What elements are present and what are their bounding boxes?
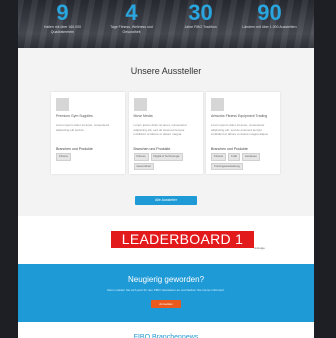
exhibitor-logo	[56, 98, 69, 111]
exhibitor-card[interactable]: Artworks Fitness Equipment Trading Lorem…	[206, 92, 280, 174]
cta-subtitle: Dann melden Sie sich jetzt für den FIBO …	[107, 288, 225, 292]
stat-label: Jahre FIBO Tradition	[184, 25, 217, 29]
exhibitor-card[interactable]: Move Media Lorem ipsum dolor sit amet, c…	[128, 92, 203, 174]
exhibitor-logo	[211, 98, 224, 111]
category-tag[interactable]: Trainingsausstattung	[211, 162, 243, 170]
all-exhibitors-button[interactable]: Alle Aussteller	[135, 196, 197, 205]
category-tag[interactable]: Fitness	[56, 153, 72, 161]
exhibitor-card[interactable]: Premium Gym Supplies Lorem ipsum dolor s…	[51, 92, 125, 174]
category-tag[interactable]: Kraft	[228, 153, 240, 161]
exhibitor-description: Lorem ipsum dolor sit amet, consectetur …	[211, 123, 269, 136]
categories-label: Branchen und Produkte	[56, 147, 93, 151]
newsletter-signup-button[interactable]: Anmelden	[151, 300, 181, 308]
news-heading: FIBO Branchennews	[133, 334, 199, 338]
categories-label: Branchen und Produkte	[133, 147, 171, 151]
categories-label: Branchen und Produkte	[211, 147, 248, 151]
page: 9 Hallen mit über 160.000 Quadratmetern …	[18, 0, 314, 338]
category-tag[interactable]: Fitness	[211, 153, 227, 161]
exhibitor-logo	[133, 98, 147, 111]
cta-title: Neugierig geworden?	[127, 275, 205, 284]
category-tags: Fitness	[56, 153, 120, 161]
stat-number: 4	[125, 0, 138, 25]
stats-row: 9 Hallen mit über 160.000 Quadratmetern …	[18, 0, 314, 35]
category-tag[interactable]: Gesundheit	[133, 162, 154, 170]
leaderboard-ad[interactable]: LEADERBOARD 1	[111, 231, 254, 248]
category-tags: Fitness Digital & Technologie Gesundheit	[133, 153, 198, 170]
hero-stats-banner: 9 Hallen mit über 160.000 Quadratmetern …	[18, 0, 314, 48]
stat-number: 90	[257, 0, 282, 25]
stat-number: 30	[188, 0, 213, 25]
newsletter-cta: Neugierig geworden? Dann melden Sie sich…	[18, 264, 314, 322]
left-frame	[0, 0, 18, 338]
exhibitor-cards: Premium Gym Supplies Lorem ipsum dolor s…	[18, 92, 314, 174]
stat-label: Ländern mit über 1.000 Ausstellern	[242, 25, 297, 29]
exhibitor-name[interactable]: Move Media	[134, 114, 198, 119]
exhibitor-description: Lorem ipsum dolor sit amet, consectetur …	[133, 123, 187, 136]
stat-countries: 90 Ländern mit über 1.000 Ausstellern	[240, 0, 300, 35]
stat-years: 30 Jahre FIBO Tradition	[171, 0, 231, 35]
category-tags: Fitness Kraft Ausdauer Trainingsausstatt…	[211, 153, 275, 170]
category-tag[interactable]: Digital & Technologie	[150, 153, 183, 161]
category-tag[interactable]: Fitness	[133, 153, 149, 161]
stat-halls: 9 Hallen mit über 160.000 Quadratmetern	[33, 0, 93, 35]
exhibitor-description: Lorem ipsum dolor sit amet, consectetur …	[56, 123, 110, 132]
stat-label: Hallen mit über 160.000 Quadratmetern	[43, 25, 82, 34]
exhibitors-heading: Unsere Aussteller	[130, 66, 202, 76]
news-section: FIBO Branchennews	[18, 322, 314, 338]
exhibitor-name[interactable]: Premium Gym Supplies	[56, 114, 120, 119]
ad-mark: Anzeige	[254, 246, 265, 250]
category-tag[interactable]: Ausdauer	[241, 153, 260, 161]
stat-days: 4 Tage Fitness, Wellness und Gesundheit	[102, 0, 162, 35]
ad-section: LEADERBOARD 1 Anzeige	[18, 216, 314, 264]
stat-label: Tage Fitness, Wellness und Gesundheit	[110, 25, 153, 34]
stat-number: 9	[56, 0, 69, 25]
exhibitor-name[interactable]: Artworks Fitness Equipment Trading	[211, 114, 275, 119]
right-frame	[314, 0, 336, 338]
all-exhibitors-wrap: Alle Aussteller	[18, 188, 314, 206]
